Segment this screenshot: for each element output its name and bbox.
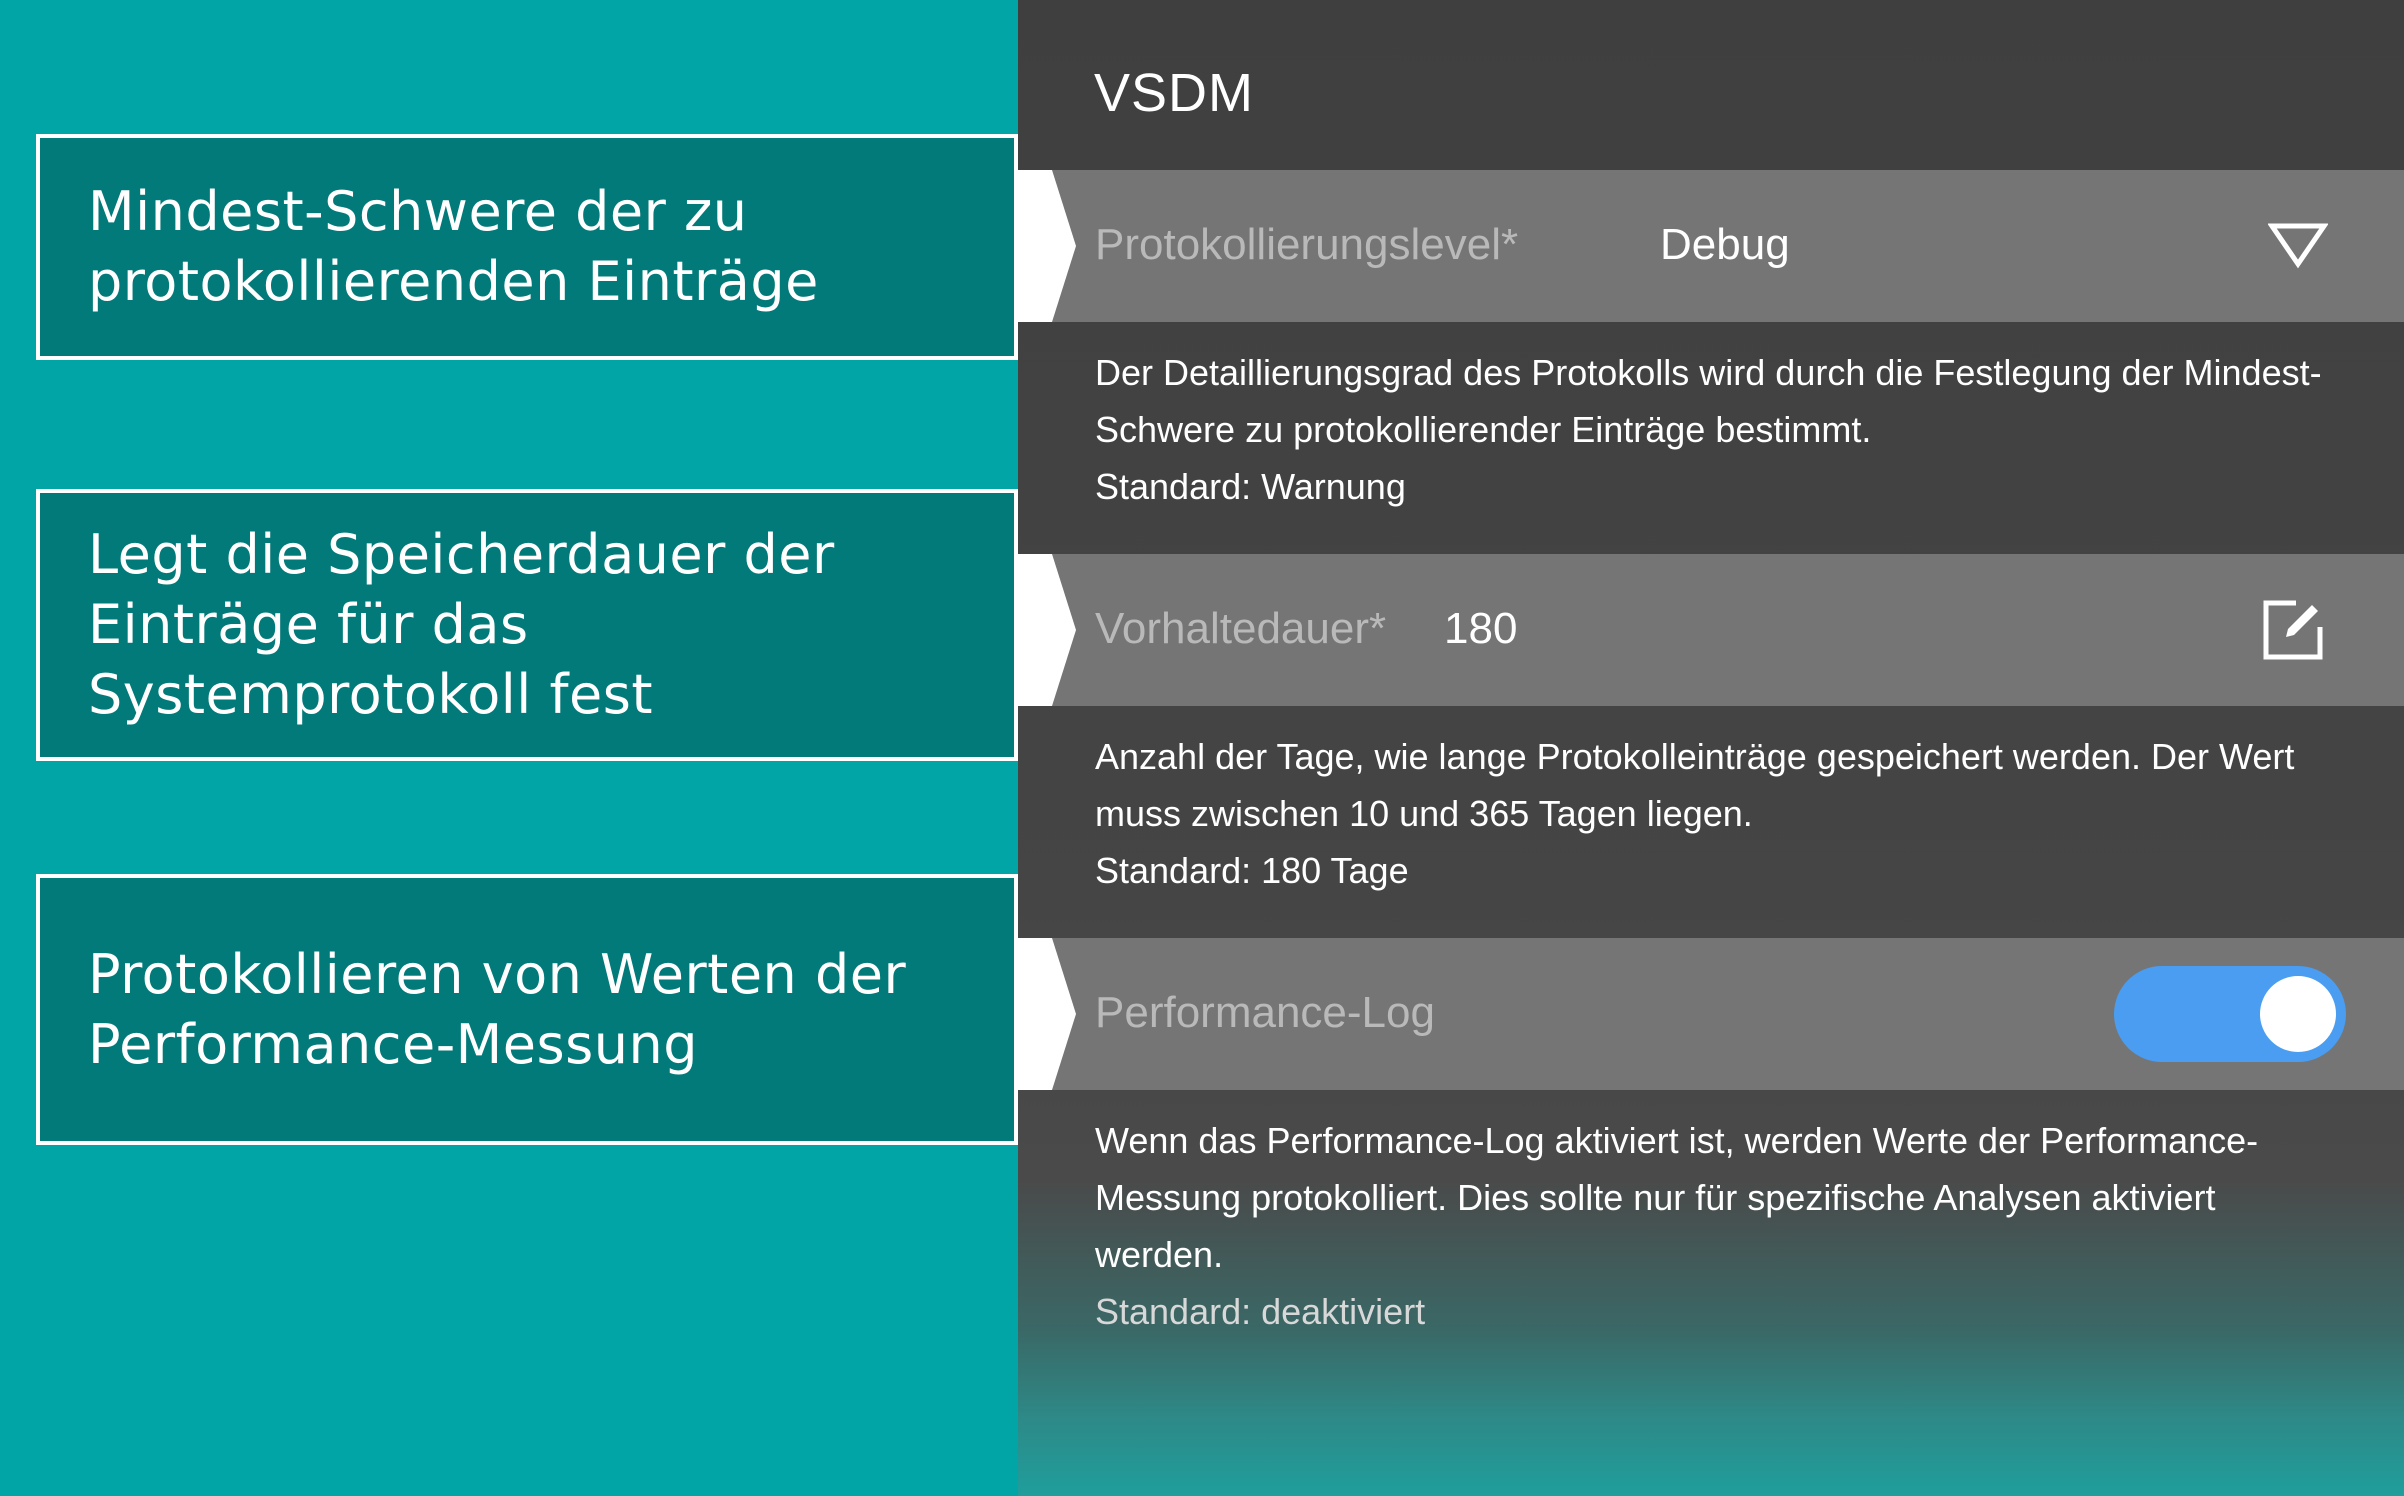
performance-log-toggle[interactable] [2114, 966, 2346, 1062]
panel-title: VSDM [1094, 63, 1255, 123]
settings-panel: VSDM Protokollierungslevel* Debug Der De… [1018, 0, 2404, 1496]
performance-log-description: Wenn das Performance-Log aktiviert ist, … [1095, 1112, 2335, 1340]
toggle-knob[interactable] [2260, 976, 2336, 1052]
callout-pointer-arrow [1018, 554, 1076, 706]
log-level-description: Der Detaillierungsgrad des Protokolls wi… [1095, 344, 2335, 515]
description-line: Wenn das Performance-Log aktiviert ist, … [1095, 1120, 2259, 1161]
description-line: Anzahl der Tage, wie lange Protokolleint… [1095, 736, 2295, 777]
default-value: Standard: 180 Tage [1095, 850, 1409, 891]
callout-log-level: Mindest-Schwere der zu protokollierenden… [36, 134, 1018, 360]
retention-value[interactable]: 180 [1444, 604, 1517, 654]
description-line: Messung protokolliert. Dies sollte nur f… [1095, 1177, 2216, 1218]
retention-row[interactable]: Vorhaltedauer* 180 [1018, 554, 2404, 706]
retention-label: Vorhaltedauer* [1095, 604, 1387, 653]
retention-description: Anzahl der Tage, wie lange Protokolleint… [1095, 728, 2335, 899]
default-value: Standard: Warnung [1095, 466, 1406, 507]
log-level-value[interactable]: Debug [1660, 220, 1790, 270]
callout-pointer-arrow [1018, 938, 1076, 1090]
default-value: Standard: deaktiviert [1095, 1291, 1426, 1332]
edit-icon[interactable] [2262, 599, 2324, 661]
callout-log-level-text: Mindest-Schwere der zu protokollierenden… [88, 180, 819, 313]
description-line: muss zwischen 10 und 365 Tagen liegen. [1095, 793, 1753, 834]
callout-performance-text: Protokollieren von Werten der Performanc… [88, 942, 907, 1076]
log-level-label: Protokollierungslevel* [1095, 220, 1519, 269]
performance-log-label: Performance-Log [1095, 988, 1435, 1037]
description-line: Der Detaillierungsgrad des Protokolls wi… [1095, 352, 2322, 393]
description-line: Schwere zu protokollierender Einträge be… [1095, 409, 1872, 450]
callout-retention-text: Legt die Speicherdauer der Einträge für … [88, 523, 835, 726]
description-line: werden. [1095, 1234, 1224, 1275]
callout-pointer-arrow [1018, 170, 1076, 322]
log-level-row[interactable]: Protokollierungslevel* Debug [1018, 170, 2404, 322]
dropdown-triangle-icon[interactable] [2268, 220, 2328, 270]
callout-retention: Legt die Speicherdauer der Einträge für … [36, 489, 1018, 761]
performance-log-row[interactable]: Performance-Log [1018, 938, 2404, 1090]
callout-performance: Protokollieren von Werten der Performanc… [36, 874, 1018, 1145]
